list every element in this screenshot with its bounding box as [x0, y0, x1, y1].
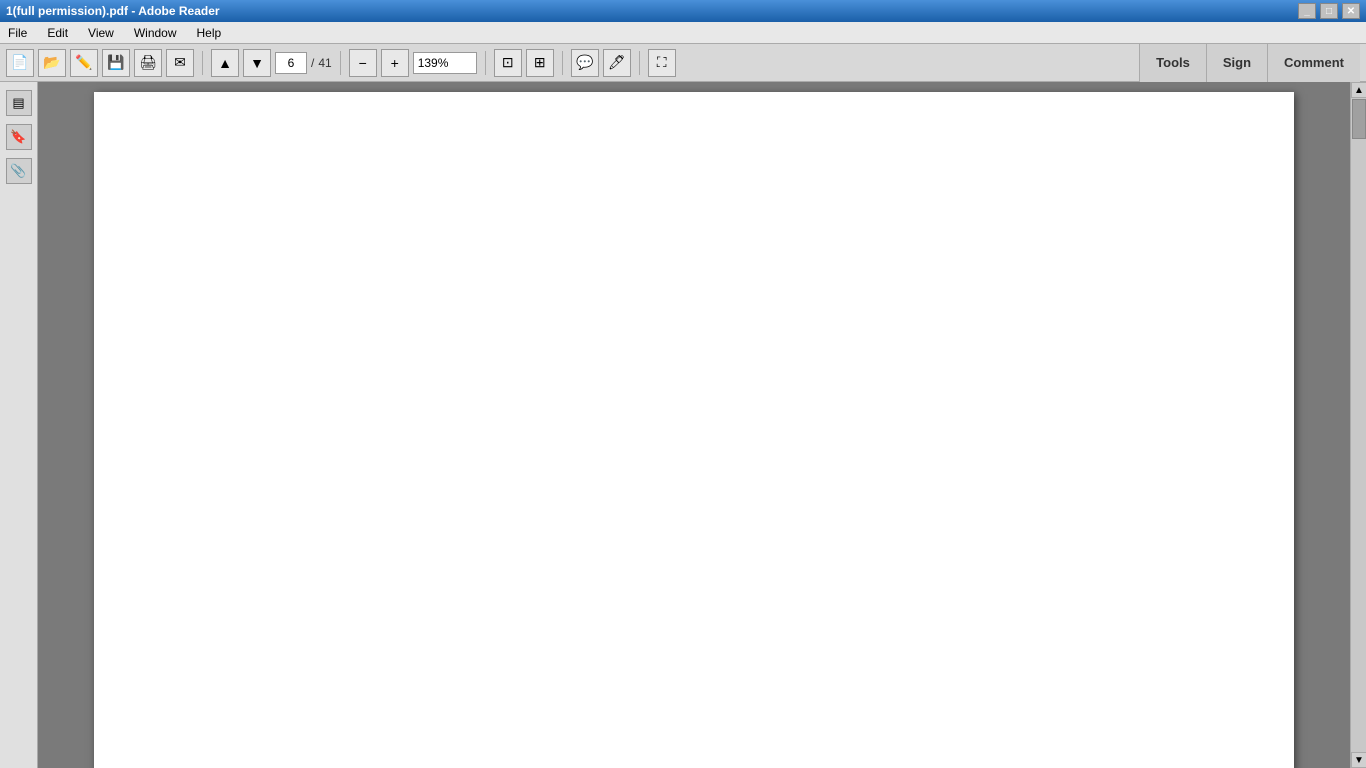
- toolbar: 📄 📂 ✏️ 💾 🖨 ✉ ▲ ▼ 6 / 41 − + 139% ⊡ ⊞ 💬 🖊…: [0, 44, 1366, 82]
- zoom-input[interactable]: 139%: [413, 52, 477, 74]
- pdf-page: Department Have Branch Offers Courses: [94, 92, 1294, 768]
- sidebar-nav-button[interactable]: ▤: [6, 90, 32, 116]
- next-page-button[interactable]: ▼: [243, 49, 271, 77]
- edit-button[interactable]: ✏️: [70, 49, 98, 77]
- sign-button[interactable]: Sign: [1206, 44, 1267, 82]
- highlight-button[interactable]: 🖊: [603, 49, 631, 77]
- restore-button[interactable]: □: [1320, 3, 1338, 19]
- comment-add-button[interactable]: 💬: [571, 49, 599, 77]
- open-button[interactable]: 📂: [38, 49, 66, 77]
- vertical-scrollbar[interactable]: ▲ ▼: [1350, 82, 1366, 768]
- main-area: ▤ 🔖 📎: [0, 82, 1366, 768]
- separator-4: [562, 51, 563, 75]
- tools-button[interactable]: Tools: [1139, 44, 1206, 82]
- page-separator: /: [311, 56, 314, 70]
- scroll-thumb[interactable]: [1352, 99, 1366, 139]
- prev-page-button[interactable]: ▲: [211, 49, 239, 77]
- fit-page-button[interactable]: ⊡: [494, 49, 522, 77]
- email-button[interactable]: ✉: [166, 49, 194, 77]
- menu-window[interactable]: Window: [130, 24, 181, 42]
- toolbar-right: Tools Sign Comment: [1139, 44, 1360, 82]
- menu-edit[interactable]: Edit: [43, 24, 72, 42]
- sidebar-attach-button[interactable]: 📎: [6, 158, 32, 184]
- menu-help[interactable]: Help: [193, 24, 226, 42]
- comment-button[interactable]: Comment: [1267, 44, 1360, 82]
- menu-file[interactable]: File: [4, 24, 31, 42]
- zoom-out-button[interactable]: −: [349, 49, 377, 77]
- menu-view[interactable]: View: [84, 24, 118, 42]
- separator-3: [485, 51, 486, 75]
- print-button[interactable]: 🖨: [134, 49, 162, 77]
- page-total: 41: [318, 56, 331, 70]
- page-number-input[interactable]: 6: [275, 52, 307, 74]
- separator-1: [202, 51, 203, 75]
- save-button[interactable]: 💾: [102, 49, 130, 77]
- zoom-in-button[interactable]: +: [381, 49, 409, 77]
- new-button[interactable]: 📄: [6, 49, 34, 77]
- scroll-up-arrow[interactable]: ▲: [1351, 82, 1366, 98]
- fullscreen-button[interactable]: ⛶: [648, 49, 676, 77]
- sidebar-bookmark-button[interactable]: 🔖: [6, 124, 32, 150]
- fit-width-button[interactable]: ⊞: [526, 49, 554, 77]
- separator-2: [340, 51, 341, 75]
- menubar: File Edit View Window Help: [0, 22, 1366, 44]
- separator-5: [639, 51, 640, 75]
- scroll-down-arrow[interactable]: ▼: [1351, 752, 1366, 768]
- sidebar: ▤ 🔖 📎: [0, 82, 38, 768]
- minimize-button[interactable]: _: [1298, 3, 1316, 19]
- titlebar-controls: _ □ ✕: [1298, 3, 1360, 19]
- close-button[interactable]: ✕: [1342, 3, 1360, 19]
- titlebar-title: 1(full permission).pdf - Adobe Reader: [6, 4, 220, 18]
- scroll-area[interactable]: Department Have Branch Offers Courses: [38, 82, 1350, 768]
- titlebar: 1(full permission).pdf - Adobe Reader _ …: [0, 0, 1366, 22]
